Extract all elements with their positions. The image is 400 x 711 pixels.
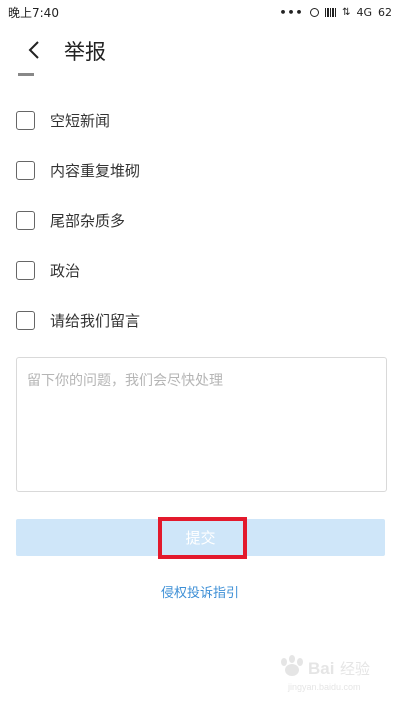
- submit-button[interactable]: 提交: [16, 519, 385, 556]
- more-dots-icon: •••: [279, 5, 304, 19]
- option-item[interactable]: 尾部杂质多: [16, 208, 316, 232]
- svg-text:jingyan.baidu.com: jingyan.baidu.com: [287, 682, 361, 692]
- svg-text:Bai: Bai: [308, 659, 334, 678]
- scroll-indicator: [18, 73, 34, 76]
- header: 举报: [0, 28, 400, 72]
- network-type: 4G: [356, 5, 372, 19]
- chevron-left-icon: [28, 41, 39, 59]
- alarm-icon: [309, 7, 319, 17]
- feedback-input[interactable]: [16, 357, 387, 492]
- status-time: 晚上7:40: [8, 5, 59, 20]
- option-item[interactable]: 政治: [16, 258, 316, 282]
- complaint-guide-link[interactable]: 侵权投诉指引: [0, 582, 400, 601]
- option-item[interactable]: 请给我们留言: [16, 308, 316, 332]
- option-item[interactable]: 空短新闻: [16, 108, 316, 132]
- option-label: 空短新闻: [50, 111, 111, 130]
- checkbox[interactable]: [16, 260, 35, 280]
- back-button[interactable]: [22, 38, 46, 62]
- option-label: 内容重复堆砌: [50, 161, 141, 180]
- option-label: 尾部杂质多: [50, 211, 126, 230]
- submit-label: 提交: [185, 529, 216, 547]
- svg-text:经验: 经验: [340, 660, 370, 678]
- option-label: 请给我们留言: [50, 311, 141, 330]
- status-icons: ••• ⇅ 4G 62: [279, 6, 392, 19]
- option-label: 政治: [50, 261, 81, 280]
- data-arrows-icon: ⇅: [342, 6, 351, 18]
- baidu-jingyan-watermark: Bai 经验 jingyan.baidu.com: [281, 655, 370, 692]
- signal-icon: [324, 7, 337, 17]
- checkbox[interactable]: [16, 110, 35, 130]
- page-title: 举报: [64, 40, 106, 64]
- battery-level: 62: [378, 5, 392, 19]
- checkbox[interactable]: [16, 160, 35, 180]
- status-bar: 晚上7:40 ••• ⇅ 4G 62: [0, 0, 400, 24]
- checkbox[interactable]: [16, 210, 35, 230]
- checkbox[interactable]: [16, 310, 35, 330]
- option-item[interactable]: 内容重复堆砌: [16, 158, 316, 182]
